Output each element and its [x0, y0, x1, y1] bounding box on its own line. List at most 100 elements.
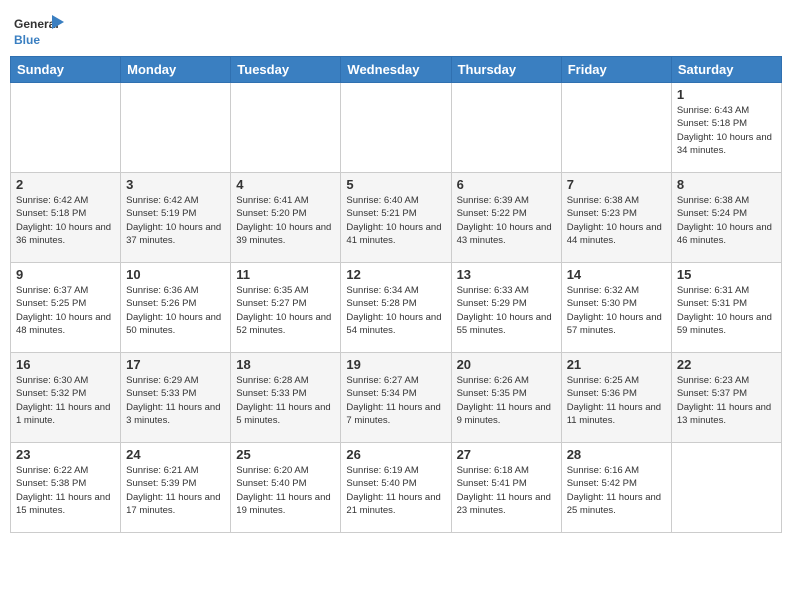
- day-number: 3: [126, 177, 225, 192]
- calendar-cell: 5 Sunrise: 6:40 AM Sunset: 5:21 PM Daylig…: [341, 173, 451, 263]
- day-number: 17: [126, 357, 225, 372]
- week-row-1: 1Sunrise: 6:43 AM Sunset: 5:18 PM Daylig…: [11, 83, 782, 173]
- day-number: 28: [567, 447, 666, 462]
- day-info: Sunrise: 6:25 AM Sunset: 5:36 PM Dayligh…: [567, 374, 666, 427]
- calendar-cell: [561, 83, 671, 173]
- day-info: Sunrise: 6:33 AM Sunset: 5:29 PM Dayligh…: [457, 284, 556, 337]
- calendar-cell: 14 Sunrise: 6:32 AM Sunset: 5:30 PM Dayli…: [561, 263, 671, 353]
- calendar-cell: 9 Sunrise: 6:37 AM Sunset: 5:25 PM Daylig…: [11, 263, 121, 353]
- day-info: Sunrise: 6:20 AM Sunset: 5:40 PM Dayligh…: [236, 464, 335, 517]
- calendar-cell: 1Sunrise: 6:43 AM Sunset: 5:18 PM Daylig…: [671, 83, 781, 173]
- day-number: 1: [677, 87, 776, 102]
- day-number: 2: [16, 177, 115, 192]
- calendar-cell: [451, 83, 561, 173]
- calendar-cell: 6 Sunrise: 6:39 AM Sunset: 5:22 PM Daylig…: [451, 173, 561, 263]
- day-number: 19: [346, 357, 445, 372]
- calendar-cell: 4Sunrise: 6:41 AM Sunset: 5:20 PM Daylig…: [231, 173, 341, 263]
- day-info: Sunrise: 6:21 AM Sunset: 5:39 PM Dayligh…: [126, 464, 225, 517]
- week-row-5: 23Sunrise: 6:22 AM Sunset: 5:38 PM Dayli…: [11, 443, 782, 533]
- calendar: SundayMondayTuesdayWednesdayThursdayFrid…: [10, 56, 782, 533]
- calendar-cell: 13 Sunrise: 6:33 AM Sunset: 5:29 PM Dayli…: [451, 263, 561, 353]
- day-number: 15: [677, 267, 776, 282]
- calendar-cell: 20 Sunrise: 6:26 AM Sunset: 5:35 PM Dayli…: [451, 353, 561, 443]
- calendar-cell: 3Sunrise: 6:42 AM Sunset: 5:19 PM Daylig…: [121, 173, 231, 263]
- calendar-cell: 25 Sunrise: 6:20 AM Sunset: 5:40 PM Dayli…: [231, 443, 341, 533]
- day-number: 14: [567, 267, 666, 282]
- day-number: 26: [346, 447, 445, 462]
- page-header: General Blue: [10, 10, 782, 50]
- weekday-header-monday: Monday: [121, 57, 231, 83]
- day-info: Sunrise: 6:34 AM Sunset: 5:28 PM Dayligh…: [346, 284, 445, 337]
- calendar-cell: 16Sunrise: 6:30 AM Sunset: 5:32 PM Dayli…: [11, 353, 121, 443]
- calendar-cell: 27 Sunrise: 6:18 AM Sunset: 5:41 PM Dayli…: [451, 443, 561, 533]
- day-info: Sunrise: 6:39 AM Sunset: 5:22 PM Dayligh…: [457, 194, 556, 247]
- calendar-cell: 21 Sunrise: 6:25 AM Sunset: 5:36 PM Dayli…: [561, 353, 671, 443]
- weekday-header-tuesday: Tuesday: [231, 57, 341, 83]
- calendar-cell: [671, 443, 781, 533]
- day-number: 9: [16, 267, 115, 282]
- svg-text:Blue: Blue: [14, 33, 40, 47]
- day-number: 25: [236, 447, 335, 462]
- day-info: Sunrise: 6:18 AM Sunset: 5:41 PM Dayligh…: [457, 464, 556, 517]
- calendar-cell: 28 Sunrise: 6:16 AM Sunset: 5:42 PM Dayli…: [561, 443, 671, 533]
- svg-text:General: General: [14, 17, 59, 31]
- day-number: 8: [677, 177, 776, 192]
- calendar-cell: 2 Sunrise: 6:42 AM Sunset: 5:18 PM Daylig…: [11, 173, 121, 263]
- day-info: Sunrise: 6:38 AM Sunset: 5:24 PM Dayligh…: [677, 194, 776, 247]
- calendar-cell: 12 Sunrise: 6:34 AM Sunset: 5:28 PM Dayli…: [341, 263, 451, 353]
- day-info: Sunrise: 6:36 AM Sunset: 5:26 PM Dayligh…: [126, 284, 225, 337]
- day-info: Sunrise: 6:23 AM Sunset: 5:37 PM Dayligh…: [677, 374, 776, 427]
- week-row-2: 2 Sunrise: 6:42 AM Sunset: 5:18 PM Daylig…: [11, 173, 782, 263]
- week-row-4: 16Sunrise: 6:30 AM Sunset: 5:32 PM Dayli…: [11, 353, 782, 443]
- calendar-cell: 19 Sunrise: 6:27 AM Sunset: 5:34 PM Dayli…: [341, 353, 451, 443]
- day-number: 27: [457, 447, 556, 462]
- day-number: 7: [567, 177, 666, 192]
- weekday-header-wednesday: Wednesday: [341, 57, 451, 83]
- calendar-cell: 7 Sunrise: 6:38 AM Sunset: 5:23 PM Daylig…: [561, 173, 671, 263]
- weekday-header-thursday: Thursday: [451, 57, 561, 83]
- calendar-cell: 23Sunrise: 6:22 AM Sunset: 5:38 PM Dayli…: [11, 443, 121, 533]
- day-info: Sunrise: 6:26 AM Sunset: 5:35 PM Dayligh…: [457, 374, 556, 427]
- weekday-header-sunday: Sunday: [11, 57, 121, 83]
- logo-svg: General Blue: [14, 10, 64, 50]
- day-info: Sunrise: 6:31 AM Sunset: 5:31 PM Dayligh…: [677, 284, 776, 337]
- week-row-3: 9 Sunrise: 6:37 AM Sunset: 5:25 PM Daylig…: [11, 263, 782, 353]
- day-info: Sunrise: 6:38 AM Sunset: 5:23 PM Dayligh…: [567, 194, 666, 247]
- calendar-cell: 24Sunrise: 6:21 AM Sunset: 5:39 PM Dayli…: [121, 443, 231, 533]
- day-number: 5: [346, 177, 445, 192]
- calendar-cell: [121, 83, 231, 173]
- weekday-header-row: SundayMondayTuesdayWednesdayThursdayFrid…: [11, 57, 782, 83]
- day-info: Sunrise: 6:40 AM Sunset: 5:21 PM Dayligh…: [346, 194, 445, 247]
- day-info: Sunrise: 6:27 AM Sunset: 5:34 PM Dayligh…: [346, 374, 445, 427]
- day-info: Sunrise: 6:37 AM Sunset: 5:25 PM Dayligh…: [16, 284, 115, 337]
- day-info: Sunrise: 6:16 AM Sunset: 5:42 PM Dayligh…: [567, 464, 666, 517]
- day-number: 10: [126, 267, 225, 282]
- calendar-cell: 15 Sunrise: 6:31 AM Sunset: 5:31 PM Dayli…: [671, 263, 781, 353]
- day-info: Sunrise: 6:19 AM Sunset: 5:40 PM Dayligh…: [346, 464, 445, 517]
- logo: General Blue: [14, 10, 64, 50]
- calendar-cell: 22Sunrise: 6:23 AM Sunset: 5:37 PM Dayli…: [671, 353, 781, 443]
- day-number: 6: [457, 177, 556, 192]
- day-info: Sunrise: 6:32 AM Sunset: 5:30 PM Dayligh…: [567, 284, 666, 337]
- calendar-cell: 18Sunrise: 6:28 AM Sunset: 5:33 PM Dayli…: [231, 353, 341, 443]
- day-number: 13: [457, 267, 556, 282]
- day-number: 4: [236, 177, 335, 192]
- day-info: Sunrise: 6:42 AM Sunset: 5:18 PM Dayligh…: [16, 194, 115, 247]
- calendar-cell: 26 Sunrise: 6:19 AM Sunset: 5:40 PM Dayli…: [341, 443, 451, 533]
- calendar-cell: 10 Sunrise: 6:36 AM Sunset: 5:26 PM Dayli…: [121, 263, 231, 353]
- calendar-cell: [11, 83, 121, 173]
- day-number: 11: [236, 267, 335, 282]
- day-info: Sunrise: 6:29 AM Sunset: 5:33 PM Dayligh…: [126, 374, 225, 427]
- calendar-cell: 17 Sunrise: 6:29 AM Sunset: 5:33 PM Dayli…: [121, 353, 231, 443]
- day-info: Sunrise: 6:28 AM Sunset: 5:33 PM Dayligh…: [236, 374, 335, 427]
- calendar-cell: 11Sunrise: 6:35 AM Sunset: 5:27 PM Dayli…: [231, 263, 341, 353]
- day-info: Sunrise: 6:22 AM Sunset: 5:38 PM Dayligh…: [16, 464, 115, 517]
- calendar-cell: [341, 83, 451, 173]
- day-number: 21: [567, 357, 666, 372]
- day-number: 20: [457, 357, 556, 372]
- calendar-cell: [231, 83, 341, 173]
- day-number: 12: [346, 267, 445, 282]
- calendar-cell: 8 Sunrise: 6:38 AM Sunset: 5:24 PM Daylig…: [671, 173, 781, 263]
- weekday-header-saturday: Saturday: [671, 57, 781, 83]
- weekday-header-friday: Friday: [561, 57, 671, 83]
